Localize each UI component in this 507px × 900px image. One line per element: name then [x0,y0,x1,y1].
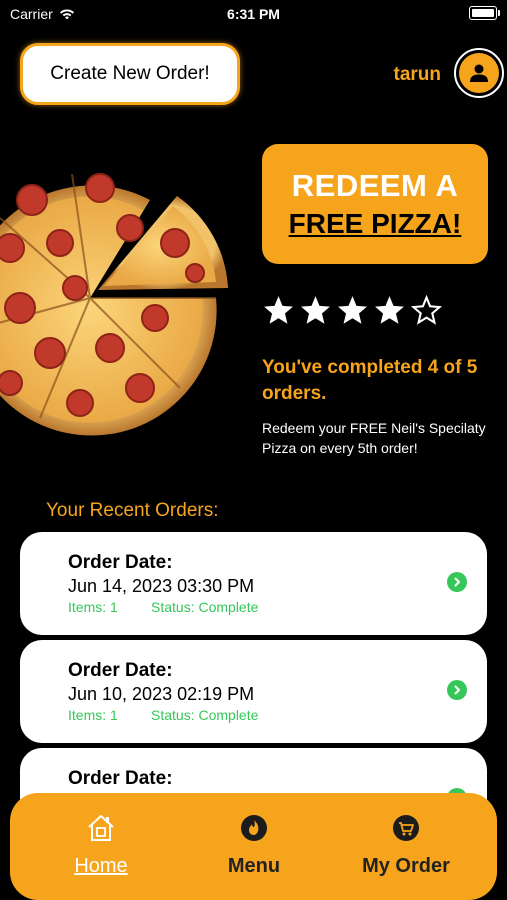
order-date-value: Jun 14, 2023 03:30 PM [68,576,255,596]
order-date-label: Order Date: [68,552,173,573]
order-items-count: Items: 1 [68,707,118,723]
tab-menu[interactable]: Menu [189,793,319,900]
order-date-value: Jun 10, 2023 02:19 PM [68,684,255,704]
chevron-right-icon[interactable] [447,680,467,700]
tab-menu-label: Menu [227,855,281,877]
redeem-title: REDEEM A [291,168,459,203]
order-card[interactable]: Order Date: Jun 14, 2023 03:30 PM Items:… [20,532,487,635]
reward-progress-stars [262,294,443,327]
tab-my-order-label: My Order [362,855,450,877]
star-filled-icon [264,296,293,324]
star-filled-icon [375,296,404,324]
create-new-order-button[interactable]: Create New Order! [20,43,240,105]
tab-home[interactable]: Home [36,793,166,900]
order-status: Status: Complete [151,707,259,723]
chevron-right-icon[interactable] [447,572,467,592]
order-items-count: Items: 1 [68,599,118,615]
recent-orders-title: Your Recent Orders: [46,500,219,521]
order-status: Status: Complete [151,599,259,615]
pizza-image [0,173,228,436]
cart-icon [393,815,419,841]
star-filled-icon [338,296,367,324]
username-label[interactable]: tarun [394,64,442,86]
tab-home-label: Home [74,855,128,877]
battery-icon [469,6,500,20]
flame-icon [241,815,267,841]
star-empty-icon [410,294,443,325]
house-icon [88,815,114,841]
redeem-free-pizza-button[interactable]: REDEEM A FREE PIZZA! [262,144,488,264]
star-filled-icon [301,296,330,324]
clock: 6:31 PM [227,6,280,22]
user-avatar-icon [459,53,499,93]
order-date-label: Order Date: [68,660,173,681]
profile-button[interactable] [454,48,504,98]
redeem-description: Redeem your FREE Neil's Specilaty Pizza … [262,420,486,456]
status-bar: Carrier 6:31 PM [0,0,507,30]
tab-my-order[interactable]: My Order [341,793,471,900]
redeem-subtitle: FREE PIZZA! [288,208,462,239]
orders-completed-text: You've completed 4 of 5 orders. [262,357,478,404]
order-card[interactable]: Order Date: Jun 10, 2023 02:19 PM Items:… [20,640,487,743]
order-date-label: Order Date: [68,768,173,789]
tab-bar: Home Menu My Order [10,793,497,900]
